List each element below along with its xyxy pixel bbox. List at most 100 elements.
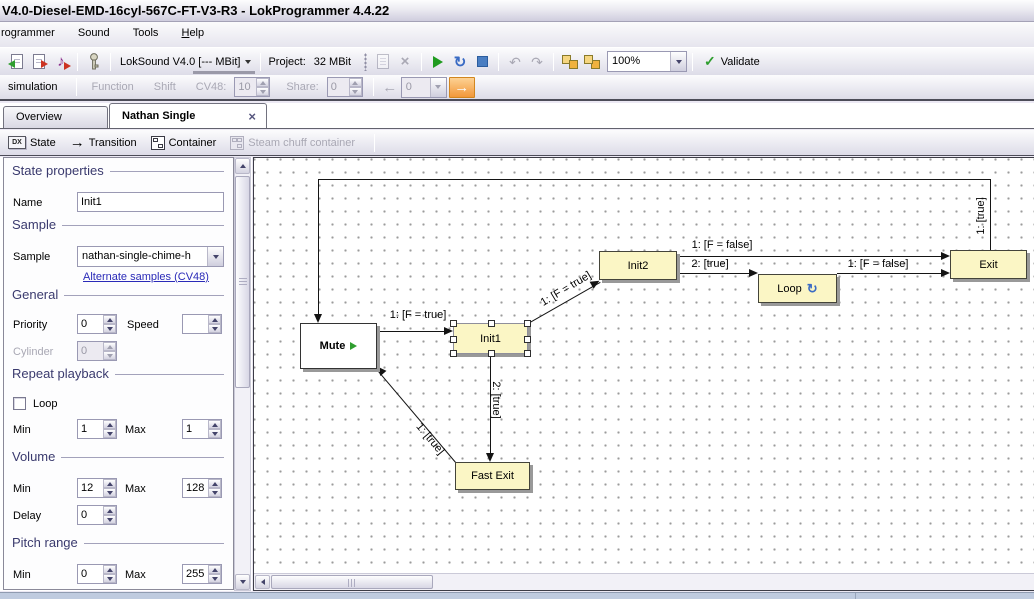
- repeat-max-input[interactable]: [183, 420, 208, 438]
- selection-handle[interactable]: [450, 350, 457, 357]
- tab-nathan-single-chime[interactable]: Nathan Single Chime ×: [109, 103, 267, 128]
- panel-scrollbar[interactable]: [234, 157, 251, 591]
- play-icon: [350, 342, 357, 350]
- menu-programmer[interactable]: rogrammer: [0, 22, 65, 47]
- scroll-down-button[interactable]: [235, 574, 250, 590]
- selection-handle[interactable]: [524, 336, 531, 343]
- toolbar-separator: [498, 53, 499, 71]
- delay-input[interactable]: [78, 506, 103, 524]
- decoder-type-selector[interactable]: LokSound V4.0 [--- MBit]: [116, 53, 255, 71]
- state-node-init1[interactable]: Init1: [453, 323, 528, 354]
- volume-min-spin-buttons[interactable]: [103, 479, 116, 497]
- volume-max-spin-buttons[interactable]: [208, 479, 221, 497]
- delay-spin-buttons[interactable]: [103, 506, 116, 524]
- menu-tools[interactable]: Tools: [123, 22, 169, 47]
- selection-handle[interactable]: [488, 350, 495, 357]
- edge-exit-to-mute[interactable]: [318, 179, 991, 180]
- name-input[interactable]: [78, 193, 223, 211]
- volume-max-input[interactable]: [183, 479, 208, 497]
- scrollbar-thumb[interactable]: [235, 176, 250, 388]
- edge-exit-to-mute[interactable]: [318, 179, 319, 317]
- zoom-dropdown-button[interactable]: [670, 52, 686, 71]
- step-forward-button[interactable]: →: [449, 77, 475, 98]
- priority-input[interactable]: [78, 315, 103, 333]
- state-node-init2[interactable]: Init2: [599, 251, 677, 280]
- state-node-loop[interactable]: Loop ↻: [758, 274, 837, 303]
- simulation-label: simulation: [4, 81, 62, 93]
- selection-handle[interactable]: [524, 350, 531, 357]
- state-icon: DX: [8, 136, 26, 149]
- add-state-label[interactable]: State: [30, 137, 56, 149]
- selection-handle[interactable]: [524, 320, 531, 327]
- sample-selector[interactable]: nathan-single-chime-h: [77, 246, 224, 267]
- pitch-max-spin-buttons[interactable]: [208, 565, 221, 583]
- state-node-fast-exit[interactable]: Fast Exit: [455, 462, 530, 490]
- edge-mute-to-init1[interactable]: [377, 331, 447, 332]
- pitch-max-spinner[interactable]: [182, 564, 222, 584]
- loop-checkbox[interactable]: [13, 397, 26, 410]
- play-button[interactable]: [427, 51, 449, 73]
- pitch-max-input[interactable]: [183, 565, 208, 583]
- state-node-mute[interactable]: Mute: [300, 323, 377, 369]
- title-bar[interactable]: V4.0-Diesel-EMD-16cyl-567C-FT-V3-R3 - Lo…: [0, 0, 1034, 22]
- repeat-max-spin-buttons[interactable]: [208, 420, 221, 438]
- repeat-max-spinner[interactable]: [182, 419, 222, 439]
- delay-spinner[interactable]: [77, 505, 117, 525]
- menu-help[interactable]: Help: [171, 22, 214, 47]
- edge-loop-to-exit[interactable]: [837, 273, 944, 274]
- add-container-label[interactable]: Container: [169, 137, 217, 149]
- bring-to-front-button[interactable]: [559, 51, 581, 73]
- repeat-min-input[interactable]: [78, 420, 103, 438]
- zoom-value: 100%: [612, 55, 670, 67]
- canvas-horizontal-scrollbar[interactable]: [254, 573, 1034, 590]
- priority-spinner[interactable]: [77, 314, 117, 334]
- read-decoder-button[interactable]: [6, 51, 28, 73]
- toolbar-separator: [374, 134, 375, 152]
- selection-handle[interactable]: [450, 320, 457, 327]
- selection-handle[interactable]: [488, 320, 495, 327]
- volume-min-input[interactable]: [78, 479, 103, 497]
- repeat-min-spinner[interactable]: [77, 419, 117, 439]
- toolbar-separator: [553, 53, 554, 71]
- programmer-connect-button[interactable]: [83, 51, 105, 73]
- add-transition-label[interactable]: Transition: [89, 137, 137, 149]
- stop-button[interactable]: [471, 51, 493, 73]
- priority-spin-buttons[interactable]: [103, 315, 116, 333]
- edge-init2-to-loop[interactable]: [677, 273, 752, 274]
- properties-icon: [377, 54, 389, 69]
- repeat-min-spin-buttons[interactable]: [103, 420, 116, 438]
- alternate-samples-link[interactable]: Alternate samples (CV48): [83, 271, 209, 283]
- diagram-canvas[interactable]: 1: [true] 1: [F = true] 1: [F = true] 1:…: [253, 157, 1034, 591]
- selection-handle[interactable]: [450, 336, 457, 343]
- edge-exit-to-mute[interactable]: [990, 179, 991, 250]
- send-to-back-button[interactable]: [581, 51, 603, 73]
- edge-label: 1: [F = false]: [848, 258, 909, 270]
- speed-spin-buttons[interactable]: [208, 315, 221, 333]
- zoom-selector[interactable]: 100%: [607, 51, 687, 72]
- menu-sound[interactable]: Sound: [68, 22, 120, 47]
- scrollbar-thumb[interactable]: [271, 575, 433, 589]
- validate-button[interactable]: ✓ Validate: [698, 51, 766, 72]
- tab-close-icon[interactable]: ×: [248, 104, 256, 129]
- speed-spinner[interactable]: [182, 314, 222, 334]
- scroll-up-button[interactable]: [235, 158, 250, 174]
- volume-min-spinner[interactable]: [77, 478, 117, 498]
- tab-overview[interactable]: Overview: [3, 106, 108, 128]
- step-back-button-disabled: ←: [379, 76, 401, 98]
- write-sound-button[interactable]: ♪: [50, 51, 72, 73]
- pitch-min-spin-buttons[interactable]: [103, 565, 116, 583]
- add-state-button[interactable]: DX: [8, 132, 26, 154]
- sample-dropdown-button[interactable]: [207, 247, 223, 266]
- write-decoder-button[interactable]: [28, 51, 50, 73]
- thumb-grip: [239, 278, 247, 286]
- state-node-exit[interactable]: Exit: [950, 250, 1027, 279]
- pitch-min-input[interactable]: [78, 565, 103, 583]
- edge-init2-to-exit[interactable]: [677, 256, 944, 257]
- volume-max-spinner[interactable]: [182, 478, 222, 498]
- speed-input[interactable]: [183, 315, 208, 333]
- scroll-left-button[interactable]: [255, 575, 270, 589]
- toolbar-grip[interactable]: [364, 53, 367, 71]
- diagram-grid[interactable]: 1: [true] 1: [F = true] 1: [F = true] 1:…: [254, 158, 1034, 573]
- loop-play-button[interactable]: ↻: [449, 51, 471, 73]
- pitch-min-spinner[interactable]: [77, 564, 117, 584]
